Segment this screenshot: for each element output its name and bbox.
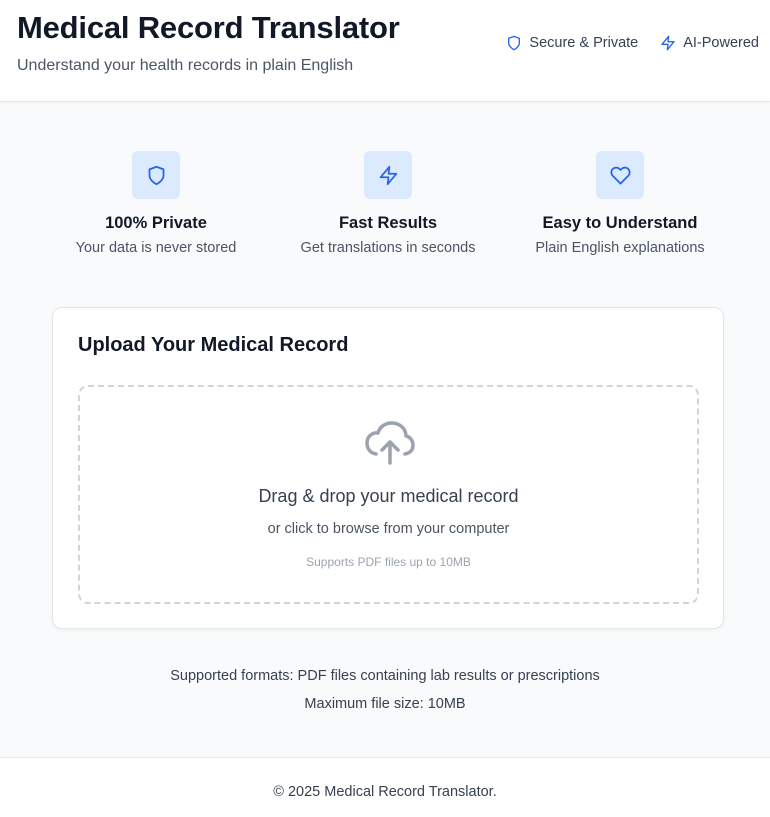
badge-label: Secure & Private — [529, 35, 639, 51]
supported-formats-text: Supported formats: PDF files containing … — [170, 668, 600, 684]
dropzone-title: Drag & drop your medical record — [258, 486, 519, 506]
feature-title: Fast Results — [338, 214, 438, 232]
features-row: 100% Private Your data is never stored F… — [40, 151, 736, 261]
feature-private: 100% Private Your data is never stored — [40, 151, 272, 261]
heart-icon — [610, 166, 630, 184]
header-badges: Secure & Private AI-Powered — [506, 35, 759, 51]
dropzone-subtitle: or click to browse from your computer — [267, 521, 510, 537]
upload-card-title: Upload Your Medical Record — [78, 334, 349, 356]
app-subtitle: Understand your health records in plain … — [17, 57, 354, 74]
max-file-size-text: Maximum file size: 10MB — [304, 696, 466, 712]
feature-icon-box — [364, 151, 412, 199]
app-header: Medical Record Translator Understand you… — [0, 0, 770, 102]
feature-icon-box — [596, 151, 644, 199]
lightning-icon — [661, 35, 675, 51]
feature-title: Easy to Understand — [542, 214, 698, 232]
feature-icon-box — [132, 151, 180, 199]
lightning-icon — [379, 165, 397, 185]
upload-card: Upload Your Medical Record Drag & drop y… — [52, 307, 724, 629]
app-title: Medical Record Translator — [17, 10, 400, 45]
page-footer: © 2025 Medical Record Translator. — [0, 757, 770, 817]
feature-description: Plain English explanations — [535, 240, 705, 256]
format-info: Supported formats: PDF files containing … — [0, 662, 770, 718]
copyright-text: © 2025 Medical Record Translator. — [273, 784, 497, 800]
file-dropzone[interactable]: Drag & drop your medical record or click… — [78, 385, 699, 604]
shield-icon — [148, 165, 164, 185]
secure-private-badge: Secure & Private — [506, 35, 638, 51]
ai-powered-badge: AI-Powered — [660, 35, 759, 51]
feature-description: Your data is never stored — [75, 240, 237, 256]
feature-fast: Fast Results Get translations in seconds — [272, 151, 504, 261]
shield-icon — [508, 35, 521, 51]
feature-title: 100% Private — [105, 214, 207, 232]
feature-easy: Easy to Understand Plain English explana… — [504, 151, 736, 261]
dropzone-hint: Supports PDF files up to 10MB — [306, 555, 471, 569]
feature-description: Get translations in seconds — [300, 240, 476, 256]
cloud-upload-icon — [365, 421, 415, 465]
badge-label: AI-Powered — [683, 35, 759, 51]
